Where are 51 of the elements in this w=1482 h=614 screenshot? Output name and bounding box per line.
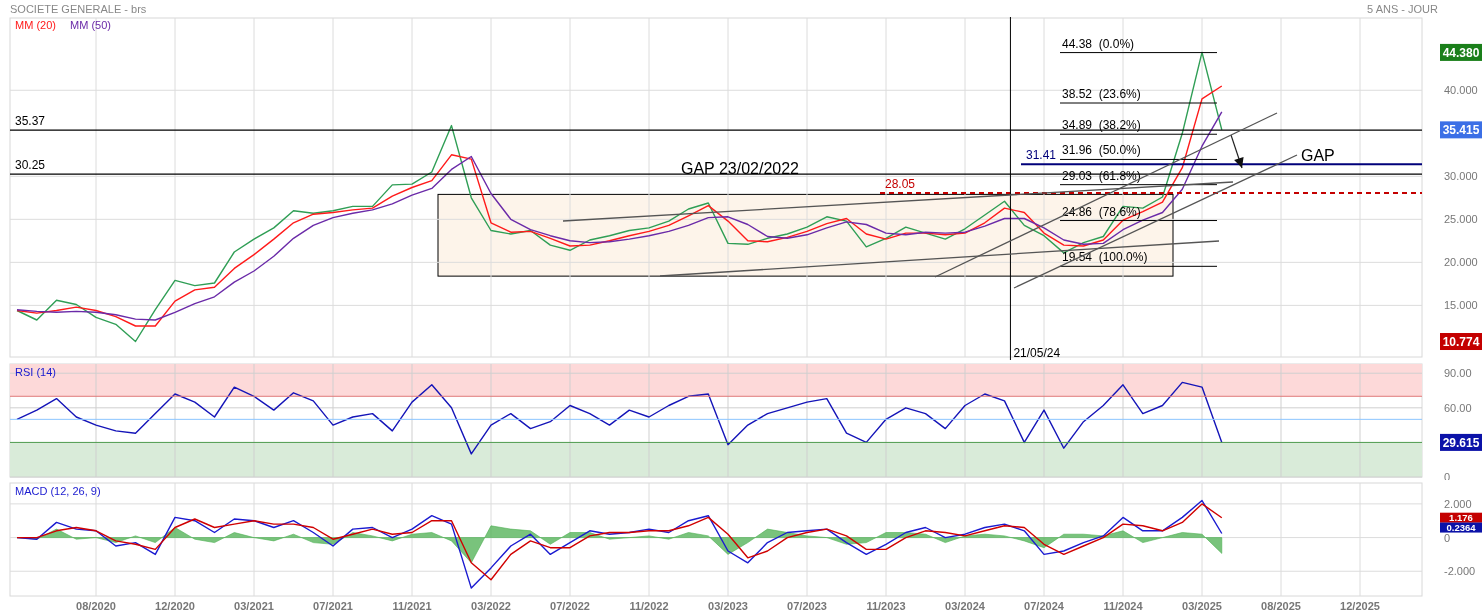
fibonacci-label: 34.89 (38.2%) [1062,118,1141,133]
fibonacci-label: 31.96 (50.0%) [1062,143,1141,158]
line-label: 35.37 [15,114,46,129]
axis-label: 90.00 [1444,367,1472,380]
axis-label: 11/2023 [866,600,906,612]
value-badge: 1.176 [1440,512,1482,524]
axis-label: 11/2021 [392,600,432,612]
indicator-title: RSI (14) [15,366,56,378]
axis-label: 2.000 [1444,497,1472,510]
axis-label: 03/2023 [708,600,748,612]
chart-title: SOCIETE GENERALE - brs [10,2,147,15]
axis-label: 12/2020 [155,600,195,612]
annotation-text: GAP 23/02/2022 [681,160,799,177]
axis-label: 07/2022 [550,600,590,612]
fibonacci-label: 44.38 (0.0%) [1062,36,1135,51]
arrow [1230,134,1244,169]
axis-label: 40.000 [1444,84,1478,97]
value-badge: 35.415 [1440,121,1482,139]
period-label: 5 ANS - JOUR [1367,2,1438,15]
axis-label: 03/2025 [1182,600,1222,612]
legend-label: MM (50) [70,19,111,31]
axis-label: 30.000 [1444,170,1478,183]
axis-label: 12/2025 [1340,600,1380,612]
axis-label: 60.00 [1444,401,1472,414]
axis-label: 07/2023 [787,600,827,612]
axis-label: 03/2021 [234,600,274,612]
axis-label: 07/2024 [1024,600,1064,612]
annotation-text: GAP [1301,147,1335,164]
indicator-title: MACD (12, 26, 9) [15,485,101,497]
value-badge: 29.615 [1440,433,1482,451]
axis-label: 08/2020 [76,600,116,612]
axis-label: -2.000 [1444,565,1476,578]
axis-label: 11/2022 [629,600,669,612]
line-label: 31.41 [1026,148,1057,163]
axis-label: 25.000 [1444,213,1478,226]
axis-label: 07/2021 [313,600,353,612]
value-badge: 10.774 [1440,333,1482,350]
legend-label: MM (20) [15,19,56,31]
axis-label: 15.000 [1444,299,1478,312]
line-label: 28.05 [885,177,916,192]
axis-label: 0 [1444,531,1451,544]
axis-label: 11/2024 [1103,600,1143,612]
value-badge: 0.2364 [1440,522,1482,533]
value-badge: 44.380 [1440,43,1482,61]
axis-label: 20.000 [1444,256,1478,269]
fibonacci-label: 38.52 (23.6%) [1062,87,1141,101]
axis-label: 08/2025 [1261,600,1301,612]
axis-label: 03/2024 [945,600,985,612]
date-label: 21/05/24 [1013,346,1061,360]
line-label: 30.25 [15,158,46,173]
axis-label: 03/2022 [471,600,511,612]
